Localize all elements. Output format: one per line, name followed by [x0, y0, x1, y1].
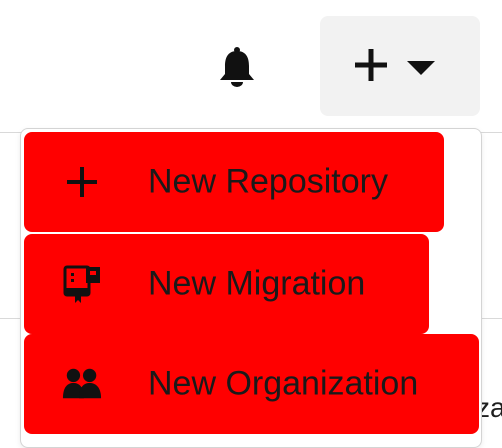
notifications-button[interactable] — [216, 46, 258, 88]
menu-item-label: New Repository — [148, 162, 388, 201]
menu-item-label: New Organization — [148, 364, 419, 403]
plus-icon — [62, 162, 102, 202]
menu-item-new-repository[interactable]: New Repository — [24, 132, 444, 232]
bell-icon — [220, 47, 254, 87]
caret-down-icon — [407, 61, 435, 75]
menu-item-new-migration[interactable]: New Migration — [24, 234, 429, 334]
create-new-button[interactable] — [320, 16, 480, 116]
repo-migration-icon — [62, 264, 102, 304]
organization-icon — [62, 364, 102, 404]
plus-icon — [355, 49, 387, 81]
menu-item-label: New Migration — [148, 264, 366, 303]
menu-item-new-organization[interactable]: New Organization — [24, 334, 479, 434]
